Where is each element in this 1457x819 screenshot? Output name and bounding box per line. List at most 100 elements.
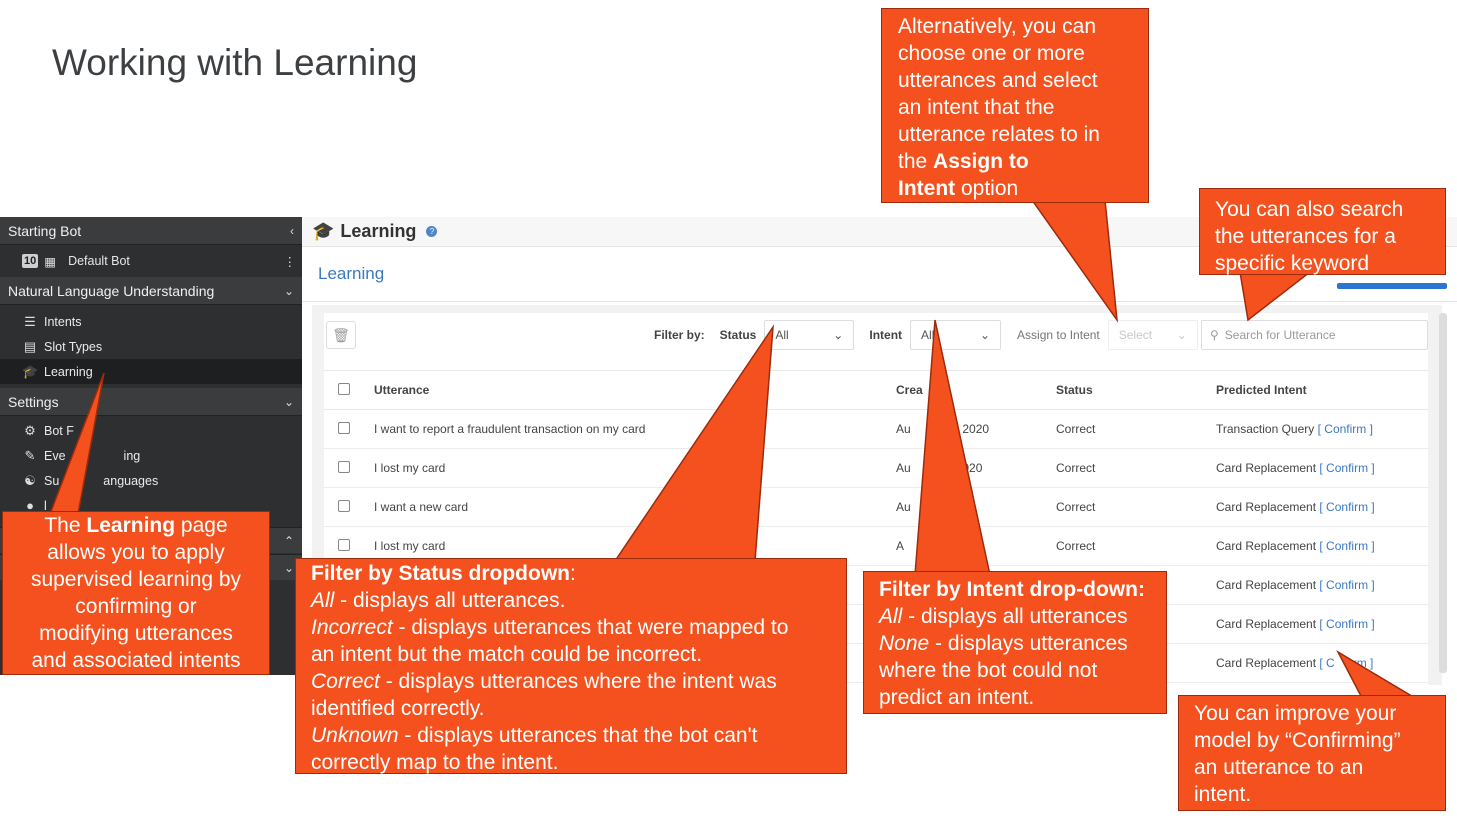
callout-line: specific keyword	[1215, 252, 1370, 275]
chevron-down-icon[interactable]: ⌄	[284, 561, 294, 575]
select-all-cell	[324, 370, 364, 410]
table-row[interactable]: I want a new card Au 20 Correct Card Replace…	[324, 487, 1428, 527]
chevron-down-icon: ⌄	[833, 328, 844, 342]
callout-line: You can improve your	[1194, 702, 1397, 725]
confirm-link-tail[interactable]: rm ]	[1353, 656, 1374, 670]
callout-text: the	[898, 150, 934, 173]
sidebar-item-label: Su	[44, 473, 60, 488]
intents-icon: ☰	[24, 313, 36, 329]
sidebar-item-learning[interactable]: 🎓 Learning	[0, 359, 302, 384]
confirm-link[interactable]: [ Confirm ]	[1318, 422, 1373, 436]
predicted-intent-cell: Transaction Query [ Confirm ]	[1216, 409, 1428, 449]
confirm-link[interactable]: [ Confirm ]	[1319, 578, 1374, 592]
date-part: Au	[896, 500, 911, 514]
callout-text: - displays all utterances.	[334, 589, 566, 612]
breadcrumb-learning[interactable]: Learning	[318, 264, 384, 284]
search-callout: You can also search the utterances for a…	[1199, 188, 1446, 275]
sidebar-item-label: Eve	[44, 448, 66, 463]
status-filter-value: All	[775, 328, 789, 342]
row-checkbox[interactable]	[338, 499, 350, 512]
confirm-link[interactable]: [ Confirm ]	[1319, 461, 1374, 475]
assign-to-intent-callout: Alternatively, you can choose one or mor…	[881, 8, 1149, 203]
bot-version-badge: 10	[22, 254, 39, 268]
callout-text: :	[570, 562, 576, 585]
graduation-cap-icon: 🎓	[312, 221, 335, 241]
callout-line: utterance relates to in	[898, 123, 1100, 146]
trash-icon[interactable]: 🗑	[326, 321, 356, 349]
created-date-cell: Au , 2020	[896, 409, 1056, 449]
search-placeholder: Search for Utterance	[1224, 328, 1336, 342]
callout-line: Intent option	[898, 175, 1132, 202]
callout-key: Correct	[311, 670, 380, 693]
callout-line: and associated intents	[31, 649, 241, 672]
callout-line: The Learning page	[7, 512, 265, 539]
confirm-link[interactable]: [ C	[1319, 656, 1334, 670]
chevron-down-icon[interactable]: ⌄	[284, 284, 294, 298]
sidebar-item-slot-types[interactable]: ▤ Slot Types	[0, 334, 302, 359]
callout-key: Unknown	[311, 724, 399, 747]
row-select-cell	[324, 487, 364, 527]
confirm-link[interactable]: [ Confirm ]	[1319, 617, 1374, 631]
chevron-down-icon[interactable]: ⌄	[284, 395, 294, 409]
column-status[interactable]: Status	[1056, 370, 1216, 410]
sidebar-header-settings[interactable]: Settings ⌄	[0, 388, 302, 416]
assign-intent-label: Assign to Intent	[1017, 328, 1100, 342]
column-created-date[interactable]: Crea	[896, 370, 1056, 410]
sidebar-item-label-tail: ing	[123, 448, 141, 463]
callout-line: None - displays utterances	[879, 630, 1151, 657]
assign-intent-select[interactable]: Select ⌄	[1107, 320, 1198, 350]
confirm-link[interactable]: [ Confirm ]	[1319, 539, 1374, 553]
sidebar-item-events[interactable]: ✎ Eve ing	[0, 443, 302, 468]
callout-line: an utterance to an	[1194, 756, 1364, 779]
table-row[interactable]: I lost my card Au 2020 Correct Card Replacem…	[324, 448, 1428, 488]
sidebar-header-starting-bot[interactable]: Starting Bot ‹	[0, 217, 302, 245]
sidebar-bot-item[interactable]: 10 ▦ Default Bot ⋮	[0, 245, 302, 277]
sidebar-item-languages[interactable]: ☯ Su anguages	[0, 468, 302, 493]
callout-line: Filter by Status dropdown:	[311, 560, 831, 587]
column-predicted-intent[interactable]: Predicted Intent	[1216, 370, 1428, 410]
callout-text: - displays utterances	[929, 632, 1128, 655]
status-cell: Correct	[1056, 487, 1216, 527]
table-row[interactable]: I want to report a fraudulent transactio…	[324, 409, 1428, 449]
scrollbar[interactable]	[1439, 313, 1447, 673]
callout-key: All	[879, 605, 903, 628]
callout-emphasis: Filter by Status dropdown	[311, 562, 571, 585]
status-filter-label: Status	[719, 328, 757, 342]
chevron-left-icon[interactable]: ‹	[290, 224, 294, 238]
callout-line: Alternatively, you can	[898, 15, 1097, 38]
callout-line: where the bot could not	[879, 659, 1098, 682]
bot-name: Default Bot	[68, 254, 130, 268]
kebab-menu-icon[interactable]: ⋮	[284, 254, 297, 269]
row-checkbox[interactable]	[338, 421, 350, 434]
callout-text: The	[44, 514, 87, 537]
callout-line: Filter by Intent drop-down:	[879, 576, 1151, 603]
intent-filter-select[interactable]: All ⌄	[910, 320, 1002, 350]
intent-name: Card Replacement	[1216, 539, 1320, 553]
help-icon[interactable]: ?	[426, 226, 438, 237]
primary-action-button[interactable]	[1337, 283, 1447, 289]
callout-line: identified correctly.	[311, 697, 485, 720]
callout-line: supervised learning by	[30, 568, 242, 591]
status-filter-select[interactable]: All ⌄	[764, 320, 855, 350]
date-part: A	[896, 539, 905, 553]
chevron-up-icon[interactable]: ⌃	[284, 534, 294, 548]
utterance-cell: I want to report a fraudulent transactio…	[364, 409, 896, 449]
slot-types-icon: ▤	[23, 338, 37, 354]
status-cell: Correct	[1056, 409, 1216, 449]
sidebar-header-nlu[interactable]: Natural Language Understanding ⌄	[0, 277, 302, 305]
sidebar-item-intents[interactable]: ☰ Intents	[0, 309, 302, 334]
assign-intent-placeholder: Select	[1118, 328, 1153, 342]
row-select-cell	[324, 448, 364, 488]
confirm-link[interactable]: [ Confirm ]	[1319, 500, 1374, 514]
slide: Working with Learning Starting Bot ‹ 10 …	[0, 0, 1457, 819]
intent-name: Card Replacement	[1216, 500, 1320, 514]
row-checkbox[interactable]	[338, 538, 350, 551]
filter-bar: Filter by: Status All ⌄ Intent All ⌄ Ass…	[654, 320, 1198, 350]
status-cell: Correct	[1056, 448, 1216, 488]
select-all-checkbox[interactable]	[338, 382, 350, 395]
search-input[interactable]: ⚲ Search for Utterance	[1201, 320, 1428, 350]
date-part: Au	[896, 461, 911, 475]
sidebar-item-bot-settings[interactable]: ⚙ Bot F	[0, 418, 302, 443]
row-checkbox[interactable]	[338, 460, 350, 473]
column-utterance[interactable]: Utterance	[364, 370, 896, 410]
